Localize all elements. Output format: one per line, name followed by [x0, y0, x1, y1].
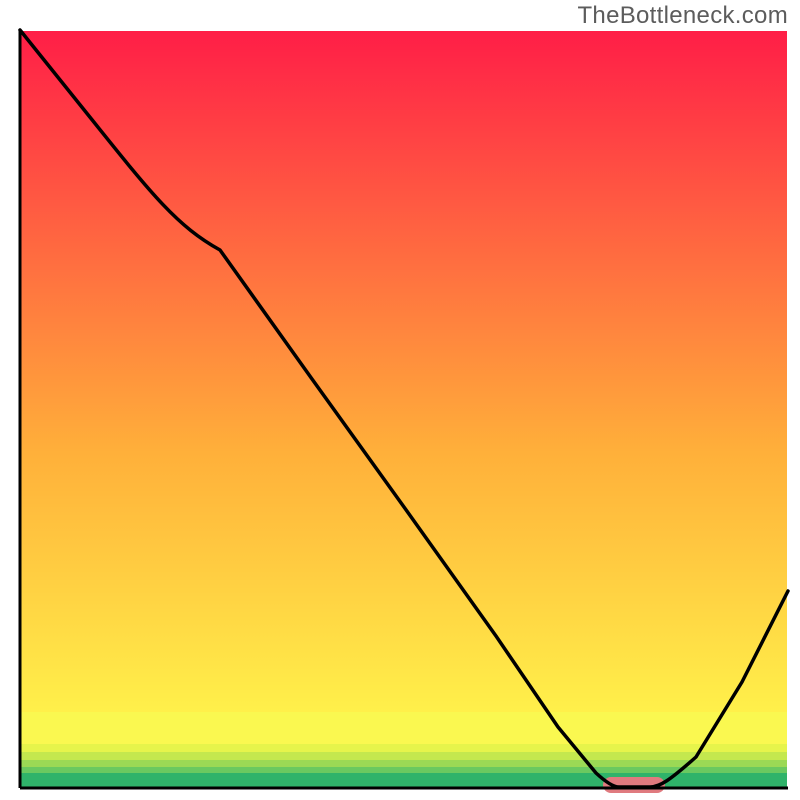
band-lime [21, 752, 787, 760]
chart-container: { "watermark": "TheBottleneck.com", "cha… [0, 0, 800, 800]
gradient-main [21, 31, 787, 712]
band-yellow-green [21, 744, 787, 752]
band-light-green [21, 760, 787, 767]
bottleneck-chart [0, 0, 800, 800]
band-mid-green [21, 767, 787, 773]
band-yellow-pale [21, 712, 787, 744]
watermark-text: TheBottleneck.com [577, 2, 788, 30]
